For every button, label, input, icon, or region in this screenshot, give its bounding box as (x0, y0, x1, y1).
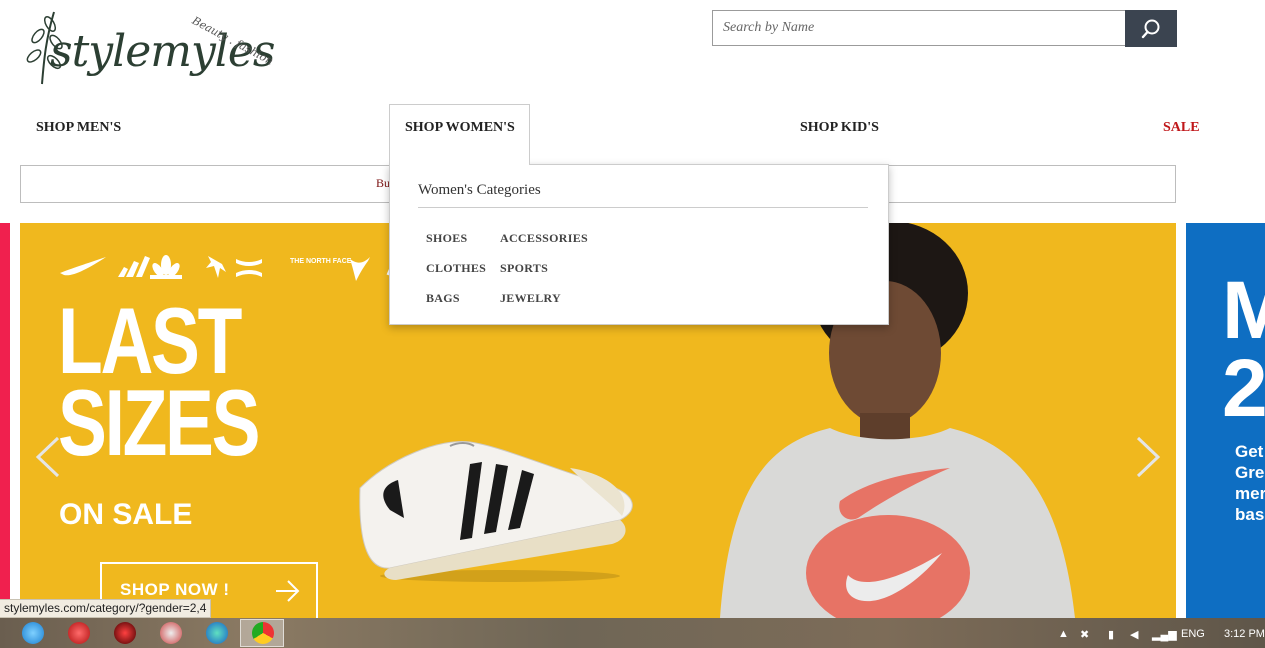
shop-now-label[interactable]: SHOP NOW ! (120, 580, 230, 600)
hero-subtitle: ON SALE (59, 498, 193, 531)
signal-icon[interactable]: ▂▄▆ (1152, 628, 1177, 641)
next-slide-text: Get Gre mer bas (1235, 441, 1265, 525)
category-link-bags[interactable]: BAGS (426, 291, 460, 306)
app-paint-icon[interactable] (160, 622, 182, 644)
chevron-right-icon (1136, 436, 1161, 478)
battery-icon[interactable]: ▮ (1108, 628, 1114, 641)
north-face-logo: THE NORTH FACE (290, 258, 352, 265)
category-link-shoes[interactable]: SHOES (426, 231, 468, 246)
windows-taskbar (0, 618, 1265, 648)
opera-icon[interactable] (68, 622, 90, 644)
network-warning-icon[interactable]: ✖ (1080, 628, 1089, 641)
volume-icon[interactable]: ◀ (1130, 628, 1138, 641)
next-slide-headline-line1: M (1222, 265, 1265, 356)
category-link-jewelry[interactable]: JEWELRY (500, 291, 561, 306)
nav-sale[interactable]: SALE (1163, 120, 1200, 136)
puma-logo-icon (350, 257, 370, 281)
next-slide-text-line: Gre (1235, 463, 1265, 482)
language-indicator[interactable]: ENG (1181, 628, 1205, 640)
browser-status-url: stylemyles.com/category/?gender=2,4 (0, 599, 212, 618)
adidas-trefoil-icon (150, 255, 182, 279)
previous-slide-peek (0, 223, 10, 618)
under-armour-icon (236, 259, 262, 277)
next-slide-headline-line2: 20 (1222, 343, 1265, 434)
hero-title: LAST SIZES (58, 294, 261, 475)
arrow-right-icon (276, 580, 300, 602)
internet-explorer-icon[interactable] (22, 622, 44, 644)
category-link-clothes[interactable]: CLOTHES (426, 261, 486, 276)
app-red-icon[interactable] (114, 622, 136, 644)
nav-shop-women[interactable]: SHOP WOMEN'S (405, 120, 515, 136)
dropdown-title: Women's Categories (418, 182, 541, 198)
carousel-next-button[interactable] (1134, 434, 1162, 485)
next-slide-text-line: mer (1235, 484, 1265, 503)
brand-logos-row: THE NORTH FACE (60, 255, 398, 281)
adidas-stripes-icon (118, 256, 150, 277)
nav-shop-men[interactable]: SHOP MEN'S (36, 120, 121, 136)
edge-icon[interactable] (206, 622, 228, 644)
chrome-icon[interactable] (252, 622, 274, 644)
next-slide-text-line: Get (1235, 442, 1264, 461)
sneaker-product-image (359, 440, 633, 582)
promo-text: Bu (376, 176, 391, 190)
category-link-accessories[interactable]: ACCESSORIES (500, 231, 588, 246)
search-input[interactable] (713, 11, 1125, 45)
jordan-jumpman-icon (206, 256, 226, 278)
nike-logo-icon (60, 257, 106, 276)
hero-title-line2: SIZES (58, 370, 261, 475)
tray-expand-icon[interactable]: ▲ (1058, 628, 1069, 640)
search-button[interactable] (1125, 10, 1177, 47)
dropdown-divider (418, 207, 868, 208)
clock[interactable]: 3:12 PM (1224, 628, 1265, 640)
next-slide-headline: M 20 (1222, 265, 1265, 434)
next-slide-text-line: bas (1235, 505, 1265, 524)
category-link-sports[interactable]: SPORTS (500, 261, 548, 276)
search-field-wrapper (712, 10, 1126, 46)
search-icon (1141, 19, 1160, 38)
nav-shop-kids[interactable]: SHOP KID'S (800, 120, 879, 136)
